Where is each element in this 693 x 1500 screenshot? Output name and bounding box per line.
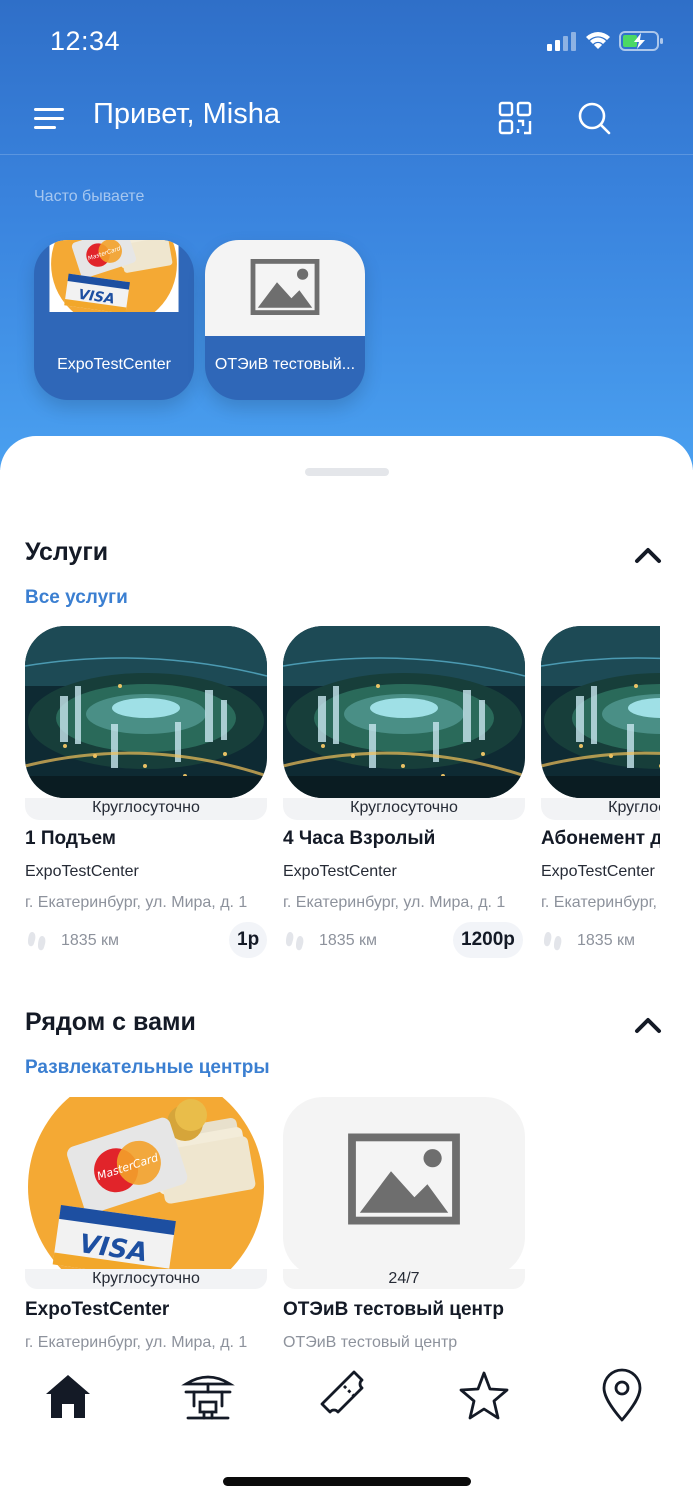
service-name: Абонемент д (541, 828, 660, 849)
service-address: г. Екатеринбург, ул. Мира, д. 1 (541, 894, 660, 911)
footprint-icon (541, 928, 567, 954)
service-org: ExpoTestCenter (541, 863, 655, 880)
service-org: ExpoTestCenter (283, 863, 397, 880)
place-address: г. Екатеринбург, ул. Мира, д. 1 (25, 1334, 248, 1351)
hours-badge: Круглосуточно (25, 798, 267, 820)
distance-text: 1835 км (61, 932, 120, 949)
image-placeholder-icon (245, 254, 325, 320)
star-icon[interactable] (456, 1368, 512, 1424)
search-icon[interactable] (576, 100, 612, 136)
service-name: 4 Часа Взролый (283, 828, 436, 849)
battery-charging-icon (619, 31, 663, 51)
service-image (25, 626, 267, 798)
ticket-icon[interactable] (318, 1368, 374, 1424)
image-placeholder (205, 240, 365, 336)
image-placeholder (283, 1097, 525, 1277)
service-image (283, 626, 525, 798)
footprint-icon (283, 928, 309, 954)
location-pin-icon[interactable] (594, 1368, 650, 1424)
hours-badge: 24/7 (283, 1269, 525, 1289)
service-distance: 1835 км (283, 928, 413, 954)
attractions-icon[interactable] (180, 1368, 236, 1424)
home-icon[interactable] (40, 1368, 96, 1424)
distance-text: 1835 км (319, 932, 378, 949)
price-badge: 1р (229, 922, 268, 958)
services-carousel[interactable]: Круглосуточно 1 Подъем ExpoTestCenter г.… (0, 626, 660, 971)
distance-text: 1835 км (577, 932, 636, 949)
hours-badge: Круглосуточно (25, 1269, 267, 1289)
service-distance: 1835 км (541, 928, 660, 954)
services-title: Услуги (25, 538, 109, 566)
hours-badge: Круглосуточно (283, 798, 525, 820)
place-name: ExpoTestCenter (25, 1299, 170, 1320)
service-address: г. Екатеринбург, ул. Мира, д. 1 (25, 894, 248, 911)
hours-badge: Круглосуточно (541, 798, 660, 820)
chevron-up-icon[interactable] (634, 1016, 662, 1034)
frequent-label: Часто бываете (34, 188, 145, 205)
service-image (541, 626, 660, 798)
frequent-item-expotestcenter[interactable]: ExpoTestCenter (34, 240, 194, 400)
tab-bar (0, 1358, 693, 1500)
all-services-link[interactable]: Все услуги (25, 587, 128, 609)
nearby-title: Рядом с вами (25, 1008, 196, 1036)
status-bar: 12:34 (0, 0, 693, 80)
cards-image (34, 240, 194, 336)
top-navbar: Привет, Misha (0, 80, 693, 155)
place-card[interactable]: 24/7 ОТЭиВ тестовый центр ОТЭиВ тестовый… (283, 1097, 525, 1357)
wifi-icon (586, 32, 610, 49)
greeting-title: Привет, Misha (93, 98, 280, 130)
signal-icon (547, 32, 576, 51)
menu-icon[interactable] (32, 104, 66, 132)
price-badge: 1200р (453, 922, 523, 958)
qr-scan-icon[interactable] (497, 100, 533, 136)
frequent-item-label: ОТЭиВ тестовый... (214, 356, 356, 373)
place-card[interactable]: Круглосуточно ExpoTestCenter г. Екатерин… (25, 1097, 267, 1357)
image-placeholder-icon (339, 1127, 469, 1231)
cards-image (25, 1097, 267, 1277)
frequent-item-label: ExpoTestCenter (57, 356, 171, 373)
service-name: 1 Подъем (25, 828, 116, 849)
frequent-item-otei[interactable]: ОТЭиВ тестовый... (205, 240, 365, 400)
entertainment-centers-link[interactable]: Развлекательные центры (25, 1057, 270, 1079)
place-address: ОТЭиВ тестовый центр (283, 1334, 458, 1351)
chevron-up-icon[interactable] (634, 546, 662, 564)
service-org: ExpoTestCenter (25, 863, 139, 880)
service-distance: 1835 км (25, 928, 155, 954)
sheet-handle[interactable] (305, 468, 389, 476)
footprint-icon (25, 928, 51, 954)
status-time: 12:34 (50, 26, 121, 56)
home-indicator[interactable] (223, 1477, 471, 1486)
service-address: г. Екатеринбург, ул. Мира, д. 1 (283, 894, 506, 911)
place-name: ОТЭиВ тестовый центр (283, 1299, 504, 1320)
